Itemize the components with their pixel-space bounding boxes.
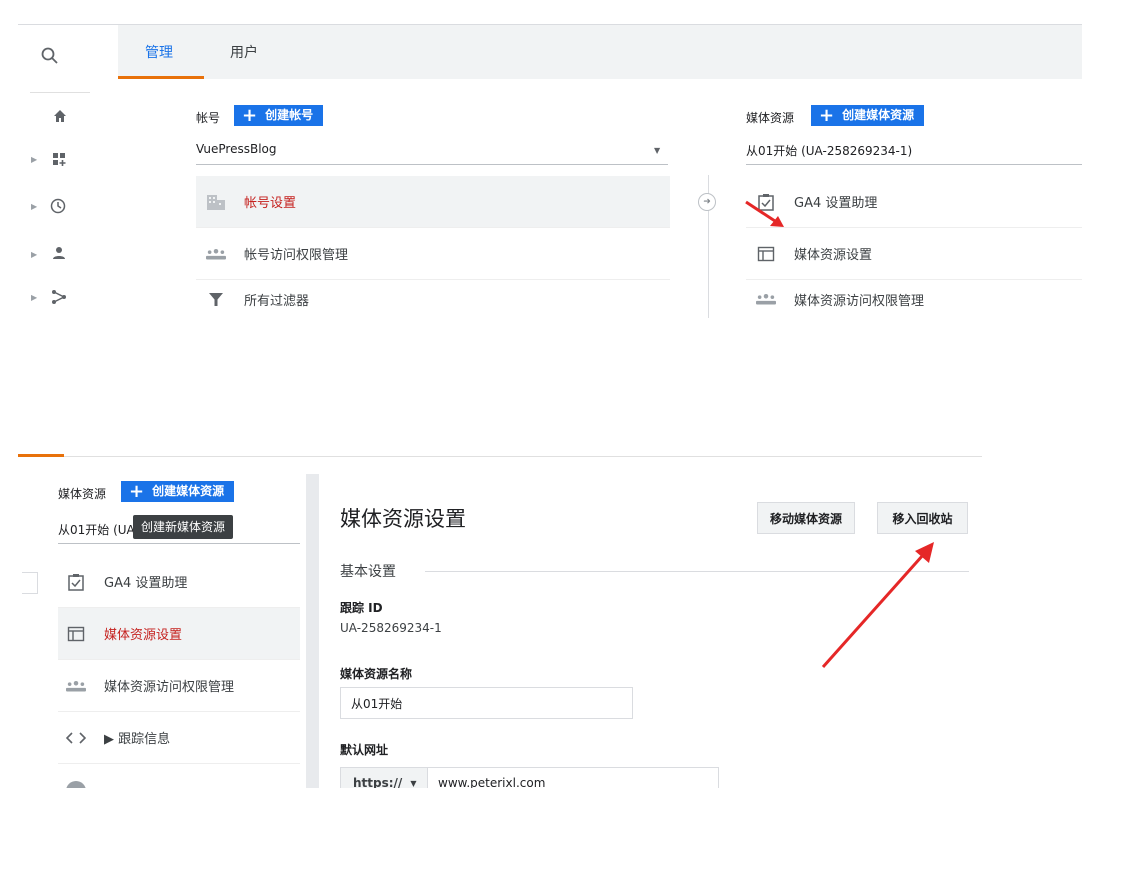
admin-tabs-bar: 管理 用户 <box>118 25 1082 79</box>
menu-all-filters[interactable]: 所有过滤器 <box>196 280 670 318</box>
building-icon <box>206 192 226 212</box>
property-name-value: 从01开始 <box>351 696 403 711</box>
clipboard-check-icon <box>66 572 86 592</box>
create-property-button[interactable]: + 创建媒体资源 <box>121 481 235 502</box>
menu-label: 帐号访问权限管理 <box>244 248 349 263</box>
menu-label: 媒体资源设置 <box>794 248 873 263</box>
people-icon <box>756 289 776 309</box>
caret-right-icon: ▶ <box>31 155 38 164</box>
plus-icon: + <box>129 481 145 502</box>
person-icon[interactable] <box>50 244 68 262</box>
create-account-button[interactable]: + 创建帐号 <box>234 105 324 126</box>
dropdown-arrow-icon: ▼ <box>410 778 417 788</box>
create-property-button[interactable]: + 创建媒体资源 <box>811 105 925 126</box>
annotation-arrow-bottom <box>821 542 934 668</box>
create-property-label: 创建媒体资源 <box>842 108 915 122</box>
menu-property-access[interactable]: 媒体资源访问权限管理 <box>58 660 300 712</box>
menu-tracking-info[interactable]: ▶ 跟踪信息 <box>58 712 300 764</box>
menu-account-settings[interactable]: 帐号设置 <box>196 176 670 228</box>
people-icon <box>66 676 86 696</box>
move-property-button[interactable]: 移动媒体资源 <box>757 502 855 534</box>
property-select[interactable]: 从01开始 (UA-258269234-1) <box>746 142 912 159</box>
account-select-underline <box>196 164 668 165</box>
page-title: 媒体资源设置 <box>340 507 466 531</box>
caret-right-icon: ▶ <box>31 250 38 259</box>
dashboard-icon[interactable] <box>51 151 69 169</box>
bottom-top-divider <box>18 456 982 457</box>
nav-divider <box>30 92 90 93</box>
clock-icon[interactable] <box>49 197 67 215</box>
flow-icon[interactable] <box>50 288 68 306</box>
property-column-title: 媒体资源 <box>746 111 795 125</box>
search-icon[interactable] <box>40 46 60 66</box>
create-property-label: 创建媒体资源 <box>152 484 225 498</box>
menu-label: 媒体资源访问权限管理 <box>794 293 925 309</box>
active-tab-indicator <box>18 454 64 457</box>
menu-label: 所有过滤器 <box>244 293 310 309</box>
property-name-label: 媒体资源名称 <box>340 667 413 681</box>
account-column-title: 帐号 <box>196 111 221 125</box>
create-account-label: 创建帐号 <box>265 108 314 122</box>
menu-account-access[interactable]: 帐号访问权限管理 <box>196 228 670 280</box>
menu-next-partial <box>58 765 300 788</box>
crop-mask <box>320 788 1000 800</box>
filter-icon <box>206 289 226 309</box>
code-icon <box>66 728 86 748</box>
account-select[interactable]: VuePressBlog <box>196 142 277 156</box>
default-url-label: 默认网址 <box>340 743 389 757</box>
menu-property-settings[interactable]: 媒体资源设置 <box>746 228 1082 280</box>
property-name-input[interactable]: 从01开始 <box>340 687 633 719</box>
plus-icon: + <box>819 105 835 126</box>
tooltip-create-property: 创建新媒体资源 <box>133 515 234 539</box>
property-select[interactable]: 从01开始 (UA <box>58 521 135 538</box>
window-icon <box>756 244 776 264</box>
property-select-underline <box>746 164 1082 165</box>
tracking-id-value: UA-258269234-1 <box>340 621 442 635</box>
section-basic-title: 基本设置 <box>340 564 396 580</box>
panel-scrollbar[interactable] <box>306 474 319 788</box>
menu-ga4-setup[interactable]: GA4 设置助理 <box>746 176 1082 228</box>
menu-label: 媒体资源设置 <box>104 628 183 643</box>
home-icon[interactable] <box>51 107 69 125</box>
left-nav <box>18 25 118 318</box>
menu-label: 媒体资源访问权限管理 <box>104 680 235 695</box>
annotation-arrow-top <box>745 200 784 227</box>
collapse-tab[interactable] <box>22 572 38 594</box>
caret-right-icon: ▶ <box>31 202 38 211</box>
menu-label: 帐号设置 <box>244 196 297 211</box>
people-icon <box>206 244 226 264</box>
tab-admin-underline <box>118 76 204 79</box>
plus-icon: + <box>242 105 258 126</box>
link-arrow-icon: ➜ <box>698 193 716 211</box>
caret-right-icon: ▶ <box>31 293 38 302</box>
menu-property-settings[interactable]: 媒体资源设置 <box>58 608 300 660</box>
menu-label: GA4 设置助理 <box>794 196 878 211</box>
dropdown-arrow-icon[interactable]: ▼ <box>654 146 660 155</box>
window-icon <box>66 624 86 644</box>
menu-ga4-setup[interactable]: GA4 设置助理 <box>58 556 300 608</box>
tracking-id-label: 跟踪 ID <box>340 601 383 615</box>
menu-property-access[interactable]: 媒体资源访问权限管理 <box>746 280 1082 318</box>
property-column-title: 媒体资源 <box>58 487 107 501</box>
move-to-trash-button[interactable]: 移入回收站 <box>877 502 968 534</box>
menu-label: GA4 设置助理 <box>104 576 188 591</box>
tab-admin[interactable]: 管理 <box>145 42 173 62</box>
property-select-underline <box>58 543 300 544</box>
menu-label: ▶ 跟踪信息 <box>104 732 171 747</box>
tab-user[interactable]: 用户 <box>230 42 258 62</box>
